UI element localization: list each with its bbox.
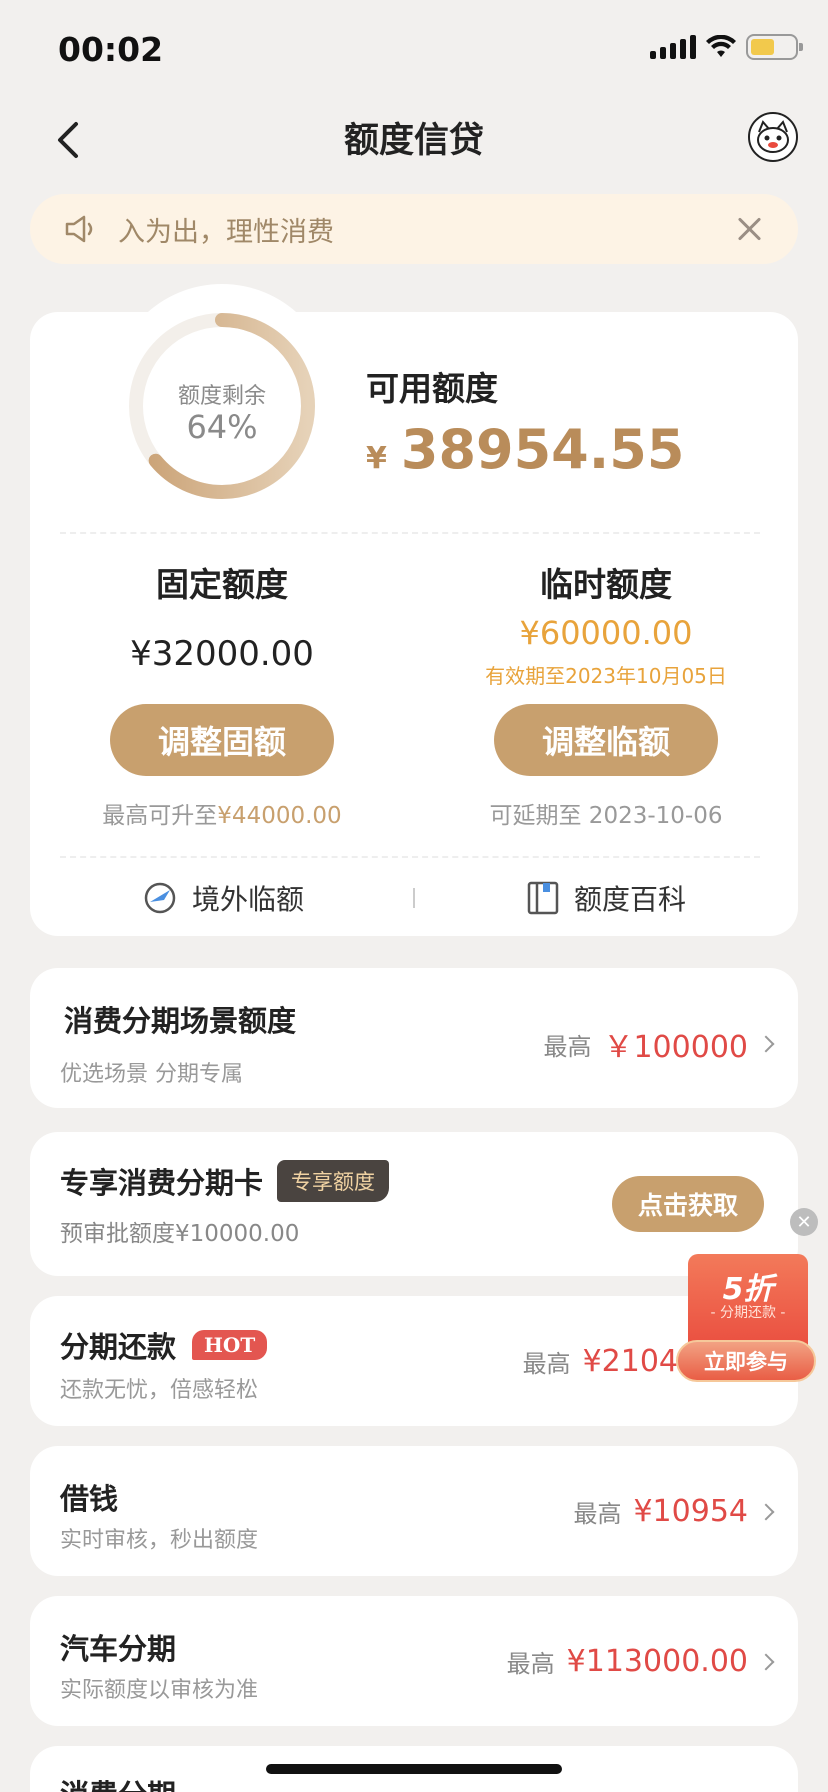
loan-card[interactable]: 借钱 实时审核，秒出额度 最高 ¥10954	[30, 1446, 798, 1576]
speaker-icon	[65, 215, 93, 243]
exclusive-subtitle: 预审批额度¥10000.00	[60, 1221, 300, 1247]
installment-max-amount: ¥2104	[582, 1344, 678, 1379]
car-max-amount: ¥113000.00	[566, 1644, 748, 1679]
page-title: 额度信贷	[343, 121, 484, 161]
divider	[60, 532, 760, 534]
car-max-label: 最高	[506, 1650, 555, 1678]
available-currency: ¥	[366, 441, 387, 476]
ring-percent: 64%	[186, 408, 258, 446]
mascot-avatar-icon[interactable]	[748, 112, 798, 162]
fixed-note: 最高可升至¥44000.00	[52, 796, 392, 830]
loan-subtitle: 实时审核，秒出额度	[60, 1528, 259, 1553]
promo-subtitle: - 分期还款 -	[710, 1305, 786, 1321]
book-icon	[527, 881, 559, 915]
installment-header: 分期还款 HOT	[60, 1324, 268, 1366]
temp-title: 临时额度	[540, 565, 672, 604]
promo-badge[interactable]: 5折 - 分期还款 - 立即参与	[676, 1254, 820, 1388]
car-title: 汽车分期	[60, 1632, 177, 1666]
wifi-icon	[706, 35, 736, 57]
promo-join-button[interactable]: 立即参与	[676, 1340, 816, 1382]
status-time: 00:02	[58, 30, 164, 69]
loan-max-amount: ¥10954	[633, 1494, 748, 1529]
promo-close-icon[interactable]: ✕	[790, 1208, 818, 1236]
ring-label: 额度剩余	[177, 384, 266, 409]
get-button[interactable]: 点击获取	[612, 1176, 764, 1232]
installment-max: 最高 ¥2104	[523, 1344, 678, 1379]
overseas-link[interactable]: 境外临额	[142, 878, 304, 918]
scene-max: 最高 ￥100000	[543, 1022, 775, 1066]
encyclopedia-label: 额度百科	[574, 883, 687, 916]
adjust-fixed-button[interactable]: 调整固额	[110, 704, 334, 776]
installment-title: 分期还款	[60, 1330, 177, 1364]
exclusive-title: 专享消费分期卡	[60, 1166, 264, 1200]
available-amount: ¥38954.55	[366, 418, 684, 481]
temp-note: 可延期至 2023-10-06	[489, 803, 723, 829]
installment-max-label: 最高	[522, 1350, 571, 1378]
adjust-temp-button[interactable]: 调整临额	[494, 704, 718, 776]
exclusive-header: 专享消费分期卡 专享额度	[60, 1160, 390, 1202]
installment-subtitle: 还款无忧，倍感轻松	[60, 1378, 259, 1403]
divider	[60, 856, 760, 858]
scene-max-label: 最高	[543, 1032, 592, 1061]
close-icon[interactable]	[734, 214, 764, 244]
fixed-title: 固定额度	[156, 565, 288, 604]
signal-icon	[650, 35, 696, 59]
scene-subtitle: 优选场景 分期专属	[60, 1062, 243, 1087]
home-indicator	[266, 1764, 562, 1774]
exclusive-tag: 专享额度	[277, 1160, 390, 1202]
car-subtitle: 实际额度以审核为准	[60, 1678, 259, 1703]
temp-valid: 有效期至2023年10月05日	[485, 664, 727, 688]
overseas-label: 境外临额	[192, 883, 305, 916]
battery-icon	[746, 34, 803, 60]
consume-title: 消费分期	[60, 1772, 176, 1792]
fixed-note-prefix: 最高可升至	[102, 803, 218, 829]
separator	[413, 888, 415, 908]
loan-max: 最高 ¥10954	[573, 1494, 775, 1529]
hot-tag: HOT	[192, 1330, 268, 1360]
notice-bar: 入为出，理性消费	[30, 194, 798, 264]
chevron-right-icon	[757, 1503, 775, 1520]
car-card[interactable]: 汽车分期 实际额度以审核为准 最高 ¥113000.00	[30, 1596, 798, 1726]
encyclopedia-link[interactable]: 额度百科	[526, 878, 686, 918]
fixed-note-value: ¥44000.00	[217, 803, 342, 829]
loan-max-label: 最高	[573, 1500, 622, 1528]
fixed-amount: ¥32000.00	[130, 634, 314, 674]
temp-amount: ¥60000.00	[519, 614, 693, 652]
available-value: 38954.55	[400, 418, 685, 481]
scene-max-amount: ￥100000	[603, 1030, 748, 1065]
status-icons	[650, 34, 803, 60]
chevron-right-icon	[757, 1653, 775, 1670]
notice-text: 入为出，理性消费	[118, 216, 334, 248]
car-max: 最高 ¥113000.00	[506, 1644, 775, 1679]
scene-title: 消费分期场景额度	[64, 1004, 297, 1038]
chevron-right-icon	[757, 1035, 775, 1053]
scene-credit-card[interactable]: 消费分期场景额度 优选场景 分期专属 最高 ￥100000	[30, 968, 798, 1108]
available-title: 可用额度	[366, 369, 498, 408]
loan-title: 借钱	[60, 1482, 119, 1516]
plane-globe-icon	[144, 882, 176, 914]
